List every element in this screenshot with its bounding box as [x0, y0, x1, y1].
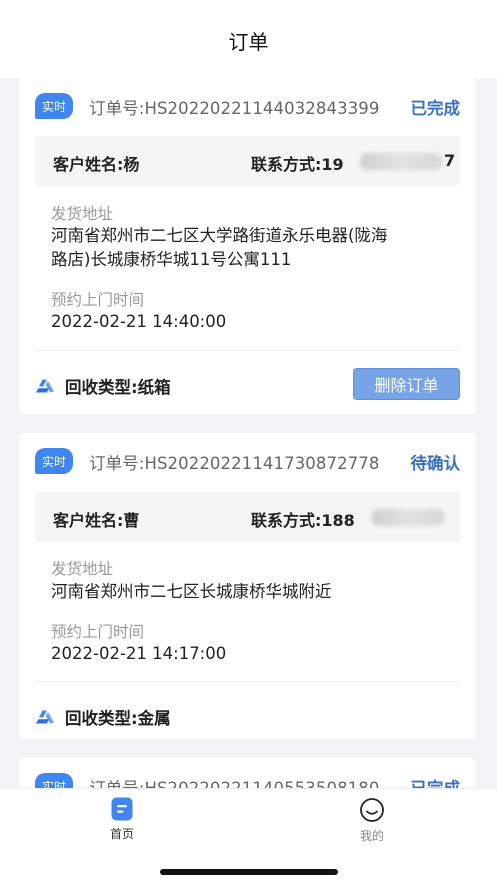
recycle-type: 回收类型:金属: [35, 705, 171, 729]
order-number: 订单号:HS20220221144032843399: [89, 99, 380, 118]
order-card-header: 实时 订单号:HS20220221144032843399 已完成: [19, 78, 476, 134]
realtime-tag: 实时: [35, 448, 73, 474]
order-number: 订单号:HS20220221140553508180: [89, 775, 380, 788]
delete-order-button[interactable]: 删除订单: [353, 368, 460, 400]
card-divider: [35, 350, 460, 351]
phone-tail: 7: [444, 151, 456, 170]
address-label: 发货地址: [51, 560, 114, 578]
page-title: 订单: [228, 29, 269, 54]
order-card[interactable]: 实时 订单号:HS20220221144032843399 已完成 客户姓名:杨…: [19, 78, 476, 414]
tab-home[interactable]: 首页: [82, 797, 162, 842]
customer-info: 客户姓名:曹 联系方式:188: [35, 492, 460, 542]
home-indicator: [160, 869, 338, 875]
recycle-type-text: 回收类型:金属: [65, 709, 171, 728]
address-line-1: 河南省郑州市二七区长城康桥华城附近: [51, 582, 332, 601]
tab-mine-label: 我的: [359, 829, 384, 843]
realtime-tag: 实时: [35, 773, 73, 788]
order-card[interactable]: 实时 订单号:HS20220221141730872778 待确认 客户姓名:曹…: [19, 433, 476, 739]
card-divider: [35, 681, 460, 682]
order-card-header: 实时 订单号:HS20220221140553508180 已完成: [19, 758, 476, 788]
order-card[interactable]: 实时 订单号:HS20220221140553508180 已完成: [19, 758, 476, 788]
order-card-header: 实时 订单号:HS20220221141730872778 待确认: [19, 433, 476, 489]
order-status: 已完成: [410, 99, 461, 118]
customer-name: 客户姓名:杨: [53, 155, 140, 174]
address-line-2: 路店)长城康桥华城11号公寓111: [51, 250, 292, 269]
order-list[interactable]: 实时 订单号:HS20220221144032843399 已完成 客户姓名:杨…: [0, 78, 497, 788]
order-page: 订单 实时 订单号:HS20220221144032843399 已完成 客户姓…: [0, 0, 497, 883]
phone-redaction: [371, 509, 445, 526]
customer-info: 客户姓名:杨 联系方式:19 7: [35, 136, 460, 186]
recycle-type-text: 回收类型:纸箱: [65, 378, 171, 397]
order-status: 待确认: [410, 454, 461, 473]
bottom-tab-bar: 首页 我的: [0, 788, 497, 883]
tab-mine[interactable]: 我的: [332, 797, 412, 844]
appointment-time-label: 预约上门时间: [51, 623, 145, 641]
customer-phone: 联系方式:188: [251, 511, 355, 530]
realtime-tag: 实时: [35, 93, 73, 119]
address-label: 发货地址: [51, 205, 114, 223]
recycle-triangle-icon: [36, 379, 54, 393]
recycle-triangle-icon: [36, 710, 54, 724]
smile-face-icon: [360, 798, 384, 822]
appointment-time: 2022-02-21 14:17:00: [51, 644, 227, 663]
customer-phone: 联系方式:19: [251, 155, 344, 174]
address-line-1: 河南省郑州市二七区大学路街道永乐电器(陇海: [51, 226, 388, 245]
recycle-type: 回收类型:纸箱: [35, 374, 171, 398]
tab-home-label: 首页: [109, 827, 134, 841]
customer-name: 客户姓名:曹: [53, 511, 140, 530]
phone-redaction: [360, 153, 442, 170]
top-header: 订单: [0, 0, 497, 78]
order-status: 已完成: [411, 775, 461, 788]
appointment-time-label: 预约上门时间: [51, 291, 145, 309]
appointment-time: 2022-02-21 14:40:00: [51, 312, 227, 331]
home-doc-icon: [111, 797, 133, 821]
order-number: 订单号:HS20220221141730872778: [89, 454, 380, 473]
